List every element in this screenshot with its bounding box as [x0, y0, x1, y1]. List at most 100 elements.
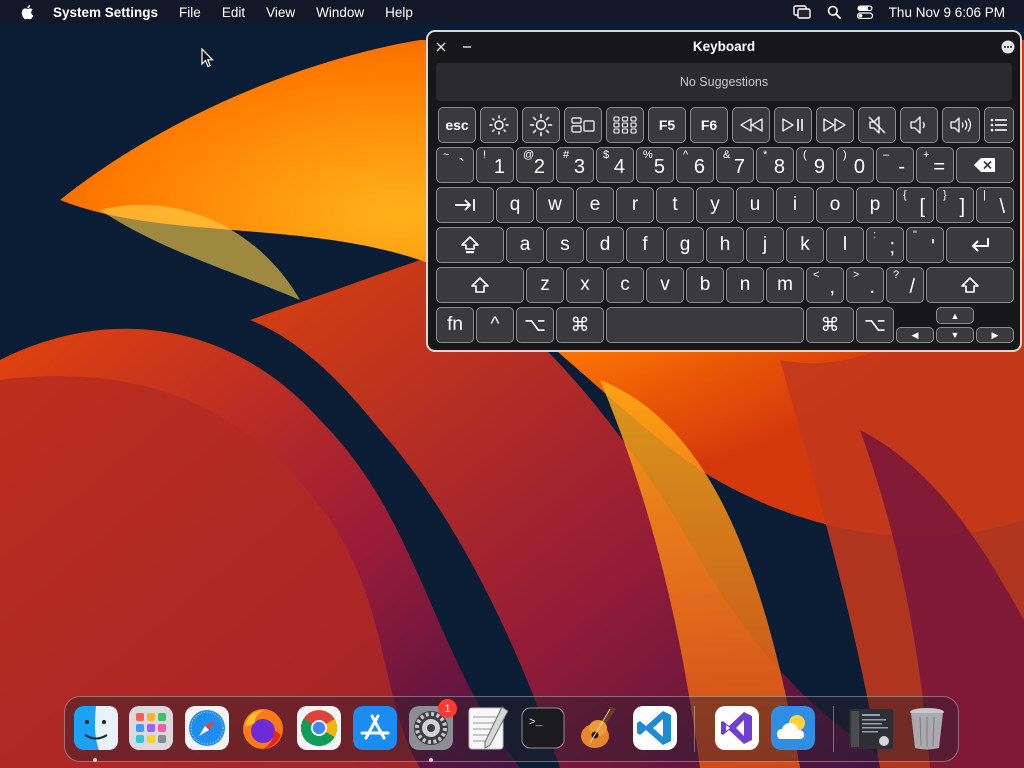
- dock-firefox[interactable]: [240, 705, 286, 751]
- key-brightness-down[interactable]: [480, 107, 518, 143]
- key-backtick[interactable]: ~ `: [436, 147, 474, 183]
- key-mute[interactable]: [858, 107, 896, 143]
- key-c[interactable]: c: [606, 267, 644, 303]
- key-5[interactable]: % 5: [636, 147, 674, 183]
- key-3[interactable]: #3: [556, 147, 594, 183]
- key-fast-forward[interactable]: [816, 107, 854, 143]
- key-minus[interactable]: – -: [876, 147, 914, 183]
- key-backslash[interactable]: | \: [976, 187, 1014, 223]
- key-e[interactable]: e: [576, 187, 614, 223]
- key-play-pause[interactable]: [774, 107, 812, 143]
- dock-finder[interactable]: [73, 705, 119, 751]
- key-left-command[interactable]: ⌘: [556, 307, 604, 343]
- key-tab[interactable]: [436, 187, 494, 223]
- key-delete[interactable]: [956, 147, 1014, 183]
- search-icon[interactable]: [827, 5, 841, 19]
- key-v[interactable]: v: [646, 267, 684, 303]
- key-q[interactable]: q: [496, 187, 534, 223]
- menu-file[interactable]: File: [179, 5, 201, 20]
- menu-view[interactable]: View: [266, 5, 295, 20]
- key-fn[interactable]: fn: [436, 307, 474, 343]
- key-n[interactable]: n: [726, 267, 764, 303]
- key-a[interactable]: a: [506, 227, 544, 263]
- apple-menu-icon[interactable]: [20, 4, 34, 20]
- key-1[interactable]: ! 1: [476, 147, 514, 183]
- key-return[interactable]: [946, 227, 1014, 263]
- key-8[interactable]: * 8: [756, 147, 794, 183]
- key-arrow-up[interactable]: ▲: [936, 307, 974, 324]
- key-r[interactable]: r: [616, 187, 654, 223]
- key-b[interactable]: b: [686, 267, 724, 303]
- key-j[interactable]: j: [746, 227, 784, 263]
- key-quote[interactable]: " ': [906, 227, 944, 263]
- display-mirroring-icon[interactable]: [792, 5, 811, 19]
- dock-screenshot[interactable]: [848, 705, 894, 751]
- key-t[interactable]: t: [656, 187, 694, 223]
- key-2[interactable]: @2: [516, 147, 554, 183]
- key-k[interactable]: k: [786, 227, 824, 263]
- key-right-command[interactable]: ⌘: [806, 307, 854, 343]
- key-p[interactable]: p: [856, 187, 894, 223]
- menu-edit[interactable]: Edit: [222, 5, 245, 20]
- key-launchpad[interactable]: [606, 107, 644, 143]
- key-space[interactable]: [606, 307, 804, 343]
- key-f[interactable]: f: [626, 227, 664, 263]
- key-left-option[interactable]: ⌥: [516, 307, 554, 343]
- key-period[interactable]: >.: [846, 267, 884, 303]
- key-arrow-right[interactable]: ▶: [976, 327, 1014, 343]
- key-right-option[interactable]: ⌥: [856, 307, 894, 343]
- key-volume-down[interactable]: [900, 107, 938, 143]
- key-l[interactable]: l: [826, 227, 864, 263]
- control-center-icon[interactable]: [856, 5, 873, 19]
- dock-weather[interactable]: [770, 705, 816, 751]
- key-x[interactable]: x: [566, 267, 604, 303]
- key-o[interactable]: o: [816, 187, 854, 223]
- key-slash[interactable]: ? /: [886, 267, 924, 303]
- dock-launchpad[interactable]: [128, 705, 174, 751]
- key-g[interactable]: g: [666, 227, 704, 263]
- key-d[interactable]: d: [586, 227, 624, 263]
- key-esc[interactable]: esc: [438, 107, 476, 143]
- key-rewind[interactable]: [732, 107, 770, 143]
- key-right-bracket[interactable]: }]: [936, 187, 974, 223]
- key-arrow-left[interactable]: ◀: [896, 327, 934, 343]
- key-9[interactable]: (9: [796, 147, 834, 183]
- key-4[interactable]: $4: [596, 147, 634, 183]
- key-volume-up[interactable]: [942, 107, 980, 143]
- key-arrow-down[interactable]: ▼: [936, 327, 974, 343]
- key-brightness-up[interactable]: [522, 107, 560, 143]
- keyboard-viewer-titlebar[interactable]: Keyboard: [428, 32, 1020, 62]
- key-right-shift[interactable]: [926, 267, 1014, 303]
- key-control[interactable]: ^: [476, 307, 514, 343]
- key-equals[interactable]: + =: [916, 147, 954, 183]
- key-7[interactable]: & 7: [716, 147, 754, 183]
- key-w[interactable]: w: [536, 187, 574, 223]
- dock-garageband[interactable]: [576, 705, 622, 751]
- dock-vscode[interactable]: [632, 705, 678, 751]
- dock-terminal[interactable]: >_: [520, 705, 566, 751]
- key-caps-lock[interactable]: [436, 227, 504, 263]
- dock-textedit[interactable]: [464, 705, 510, 751]
- dock-app-store[interactable]: [352, 705, 398, 751]
- key-semicolon[interactable]: :;: [866, 227, 904, 263]
- key-m[interactable]: m: [766, 267, 804, 303]
- key-left-bracket[interactable]: {[: [896, 187, 934, 223]
- key-f5[interactable]: F5: [648, 107, 686, 143]
- key-comma[interactable]: <,: [806, 267, 844, 303]
- key-list[interactable]: [984, 107, 1014, 143]
- key-z[interactable]: z: [526, 267, 564, 303]
- key-s[interactable]: s: [546, 227, 584, 263]
- key-mission-control[interactable]: [564, 107, 602, 143]
- dock-system-settings[interactable]: 1: [408, 699, 457, 751]
- menu-window[interactable]: Window: [316, 5, 364, 20]
- menu-app-name[interactable]: System Settings: [53, 5, 158, 20]
- options-menu-icon[interactable]: [1001, 40, 1015, 54]
- dock-visual-studio[interactable]: [714, 705, 760, 751]
- dock-trash[interactable]: [904, 705, 950, 751]
- key-6[interactable]: ^ 6: [676, 147, 714, 183]
- menu-clock[interactable]: Thu Nov 9 6:06 PM: [889, 5, 1005, 20]
- dock-safari[interactable]: [184, 705, 230, 751]
- key-y[interactable]: y: [696, 187, 734, 223]
- key-f6[interactable]: F6: [690, 107, 728, 143]
- key-i[interactable]: i: [776, 187, 814, 223]
